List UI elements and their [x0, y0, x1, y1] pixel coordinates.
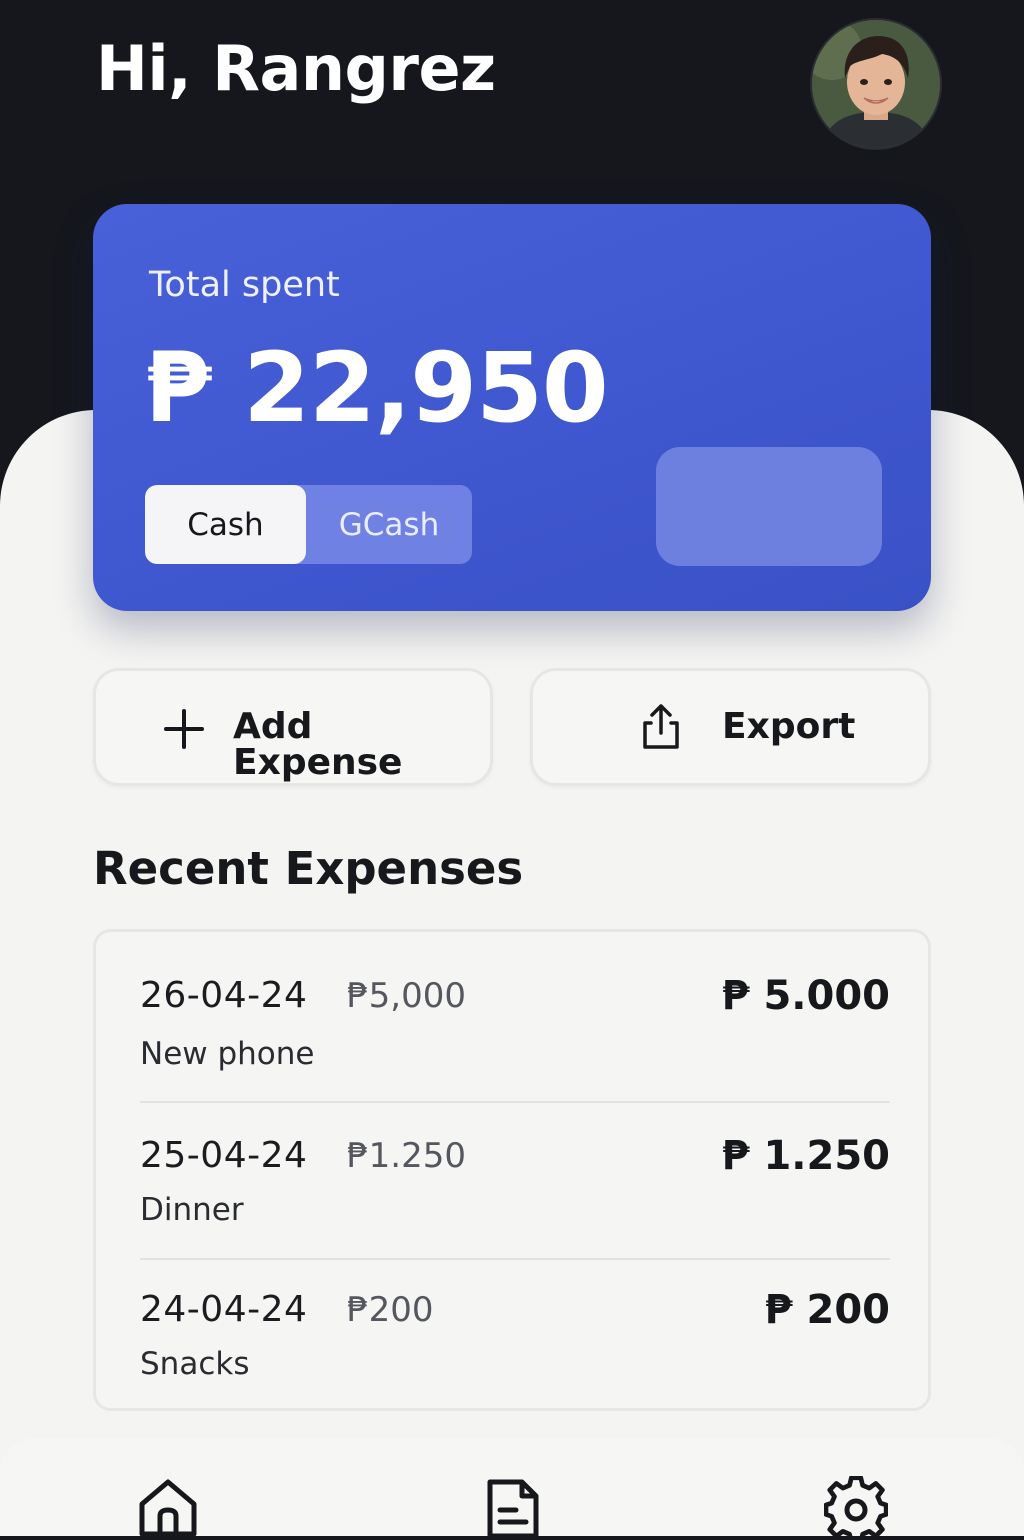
expense-description: Snacks	[140, 1346, 250, 1382]
expense-amount: ₱ 200	[764, 1287, 890, 1333]
expense-inline-amount: ₱1.250	[347, 1136, 466, 1176]
gear-icon[interactable]	[824, 1476, 888, 1540]
document-icon[interactable]	[480, 1476, 544, 1540]
expense-inline-amount: ₱5,000	[347, 976, 466, 1016]
expense-date: 26-04-24	[140, 975, 308, 1016]
payment-method-toggle: Cash GCash	[145, 485, 472, 564]
add-expense-button[interactable]: Add Expense	[93, 668, 493, 786]
greeting-title: Hi, Rangrez	[96, 32, 496, 105]
expense-amount: ₱ 5.000	[721, 973, 890, 1019]
home-icon[interactable]	[136, 1476, 200, 1540]
expense-description: New phone	[140, 1036, 315, 1072]
expense-inline-amount: ₱200	[347, 1290, 434, 1330]
total-spent-amount: ₱ 22,950	[145, 332, 609, 444]
plus-icon	[164, 709, 204, 749]
expense-list: 26-04-24 ₱5,000 New phone ₱ 5.000 25-04-…	[93, 929, 931, 1411]
expense-date: 24-04-24	[140, 1289, 308, 1330]
user-avatar-photo	[812, 20, 940, 148]
bottom-navigation	[0, 1438, 1024, 1540]
export-label: Export	[722, 706, 856, 747]
expense-description: Dinner	[140, 1192, 244, 1228]
list-item[interactable]: 26-04-24 ₱5,000 New phone ₱ 5.000	[96, 932, 928, 1102]
tab-cash[interactable]: Cash	[145, 485, 306, 564]
list-item[interactable]: 24-04-24 ₱200 Snacks ₱ 200	[96, 1260, 928, 1408]
card-placeholder-tile	[656, 447, 882, 566]
expense-date: 25-04-24	[140, 1135, 308, 1176]
tab-gcash[interactable]: GCash	[306, 485, 472, 564]
export-button[interactable]: Export	[530, 668, 931, 786]
expense-amount: ₱ 1.250	[721, 1133, 890, 1179]
share-upload-icon	[643, 704, 679, 749]
avatar[interactable]	[810, 18, 942, 150]
total-spent-label: Total spent	[149, 265, 340, 305]
add-expense-label: Add Expense	[233, 706, 403, 783]
recent-expenses-title: Recent Expenses	[93, 842, 524, 895]
total-spent-card: Total spent ₱ 22,950 Cash GCash	[93, 204, 931, 611]
list-item[interactable]: 25-04-24 ₱1.250 Dinner ₱ 1.250	[96, 1103, 928, 1258]
